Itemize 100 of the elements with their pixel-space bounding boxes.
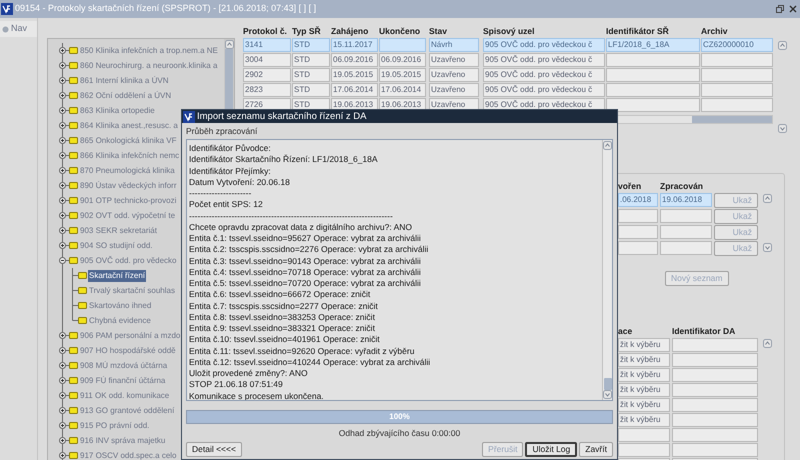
expander-icon[interactable] [59,253,69,268]
tree-item[interactable]: Skartováno ihned [88,300,152,312]
log-line: Entita č.1: tssevl.sseidno=95627 Operace: vybrat za archiválii [189,233,422,244]
column-header: Archiv [701,25,728,37]
scroll-up-icon[interactable] [763,339,772,348]
table-cell: 3004 [243,53,291,67]
tree-item[interactable]: Skartační řízení [88,270,146,282]
tree-item[interactable]: 904 SO studijní odd. [79,240,154,252]
radio-icon [2,26,9,32]
log-line: ---------------------- [189,188,252,200]
column-header: Ukončeno [379,25,422,37]
tree-item[interactable]: 865 Onkologická klinika VF [79,134,178,146]
log-line: Entita č.8: tssevl.sseidno=383253 Operace: zničit [189,312,376,323]
scroll-up-icon[interactable] [603,141,612,150]
log-line: ------------------------------------------------------------------------ [189,210,394,222]
log-line: Identifikátor Původce: [189,143,272,154]
tree-item[interactable]: 864 Klinika anest.,resusc. a [79,120,179,132]
tree-item[interactable]: 862 Oční oddělení a ÚVN [79,90,172,102]
scroll-up-icon[interactable] [763,194,772,203]
column-header: Zpracován [660,180,704,192]
scrollbar[interactable] [602,140,612,400]
progress-label: 100% [388,411,411,423]
table-cell: Uzavřeno [429,53,479,67]
tree-item[interactable]: 901 OTP technicko-provozi [79,194,178,206]
dialog-button[interactable]: Uložit Log [525,442,578,457]
tree-item[interactable]: 863 Klinika ortopedie [79,104,156,116]
column-header: Identifikátor SŘ [606,25,670,37]
column-header: Protokol č. [243,25,288,37]
log-line: Komunikace s procesem ukončena. [189,390,325,400]
table-cell: Uzavřeno [429,83,479,97]
table-cell: žit k výběru [618,338,670,352]
tree-item[interactable]: Chybná evidence [88,314,152,326]
tree-item[interactable]: 903 SEKR sekretariát [79,224,158,236]
scroll-down-icon[interactable] [778,124,786,133]
nav-label: Nav [11,22,28,36]
nav-tab[interactable]: Nav [0,21,37,37]
tree-line [59,313,78,328]
log-line: Entita č.7: tsscspis.sscsidno=2277 Operace: zničit [189,300,379,312]
log-line: Entita č.4: tssevl.sseidno=70718 Operace: vybrat za archiválii [189,266,422,278]
restore-icon[interactable] [776,5,784,13]
tree-item[interactable]: 909 FÚ finanční účtárna [79,374,166,386]
scroll-up-icon[interactable] [778,41,786,50]
tree-item[interactable]: 866 Klinika infekčních nemc [79,150,180,162]
tree-item[interactable]: 911 OK odd. komunikace [79,390,170,402]
column-header: ace [618,325,634,337]
scroll-down-icon[interactable] [603,390,612,399]
scroll-thumb[interactable] [692,116,772,123]
tree-item[interactable]: 860 Neurochirurg. a neuroonk.klinika a [79,60,218,72]
tree-item[interactable]: 905 OVČ odd. pro vědecko [79,254,178,266]
table-cell: 905 OVČ odd. pro vědeckou č [483,68,605,82]
tree-item[interactable]: 870 Pneumologická klinika [79,164,176,176]
time-estimate: Odhad zbývajícího času 0:00:00 [338,427,460,439]
tree-item[interactable]: 861 Interní klinika a ÚVN [79,74,170,86]
table-cell: CZ620000010 [701,38,773,52]
table-cell: 17.06.2014 [331,83,378,97]
scroll-down-icon[interactable] [763,243,772,252]
table-cell: 905 OVČ odd. pro vědeckou č [483,83,605,97]
table-cell: Návrh [429,38,479,52]
table-cell [618,443,670,457]
table-cell: STD [292,53,330,67]
table-cell: STD [292,68,330,82]
tree-item[interactable]: 906 PAM personální a mzdo [79,330,182,342]
log-line: Entita č.11: tssevl.sseidno=92620 Operace: vyřadit z výběru [189,346,416,357]
table-cell: 15.11.2017 [331,38,378,52]
column-header: Stav [429,25,448,37]
log-line: Identifikátor Přejímky: [189,166,272,177]
tree-line [59,283,78,298]
log-line: Chcete opravdu zpracovat data z digitálního archivu?: ANO [189,222,414,233]
tree-item[interactable]: Trvalý skartační souhlas [88,284,176,296]
tree-item[interactable]: 908 MÚ mzdová účtárna [79,360,168,372]
tree-item[interactable]: 907 HO hospodářské oddě [79,344,177,356]
log-line: STOP 21.06.18 07:51:49 [189,379,284,390]
close-icon[interactable] [789,5,797,13]
tree-item[interactable]: 915 PO právní odd. [79,420,150,432]
tree-item[interactable]: 890 Ústav vědeckých inforr [79,180,178,192]
table-cell: žit k výběru [618,398,670,412]
tree-item[interactable]: 902 OVT odd. výpočetní te [79,210,176,222]
dialog-title: Import seznamu skartačního řízení z DA [197,110,366,122]
log-line: Počet entit SPS: 12 [189,199,264,210]
table-cell: 17.06.2014 [379,83,426,97]
dialog-button[interactable]: Zavřít [579,442,613,457]
table-cell [618,428,670,442]
tree-item[interactable]: 917 OSCV odd.spec.a celo [79,450,178,460]
table-cell: STD [292,83,330,97]
table-cell: 06.09.2016 [379,53,426,67]
scroll-thumb[interactable] [604,378,612,390]
table-cell: žit k výběru [618,383,670,397]
column-header: Zahájeno [331,25,370,37]
table-cell: 3141 [243,38,291,52]
table-cell: 19.05.2015 [379,68,426,82]
tree-item[interactable]: 850 Klinika infekčních a trop.nem.a NE [79,44,219,56]
table-cell: LF1/2018_6_18A [606,38,700,52]
detail-button[interactable]: Detail <<<< [186,442,242,457]
scroll-up-icon[interactable] [224,40,234,49]
table-cell: 19.06.2018 [660,193,712,207]
tree-item[interactable]: 916 INV správa majetku [79,434,166,446]
tree-item[interactable]: 913 GO grantové oddělení [79,404,176,416]
log-line: Uložit provedené změny?: ANO [189,368,309,380]
log-line: Entita č.6: tssevl.sseidno=66672 Operace: zničit [189,289,372,300]
window-title: 09154 - Protokoly skartačních řízení (SPSPROT) - [21.06.2018; 07:43] [ ] [ ] [15,2,316,16]
